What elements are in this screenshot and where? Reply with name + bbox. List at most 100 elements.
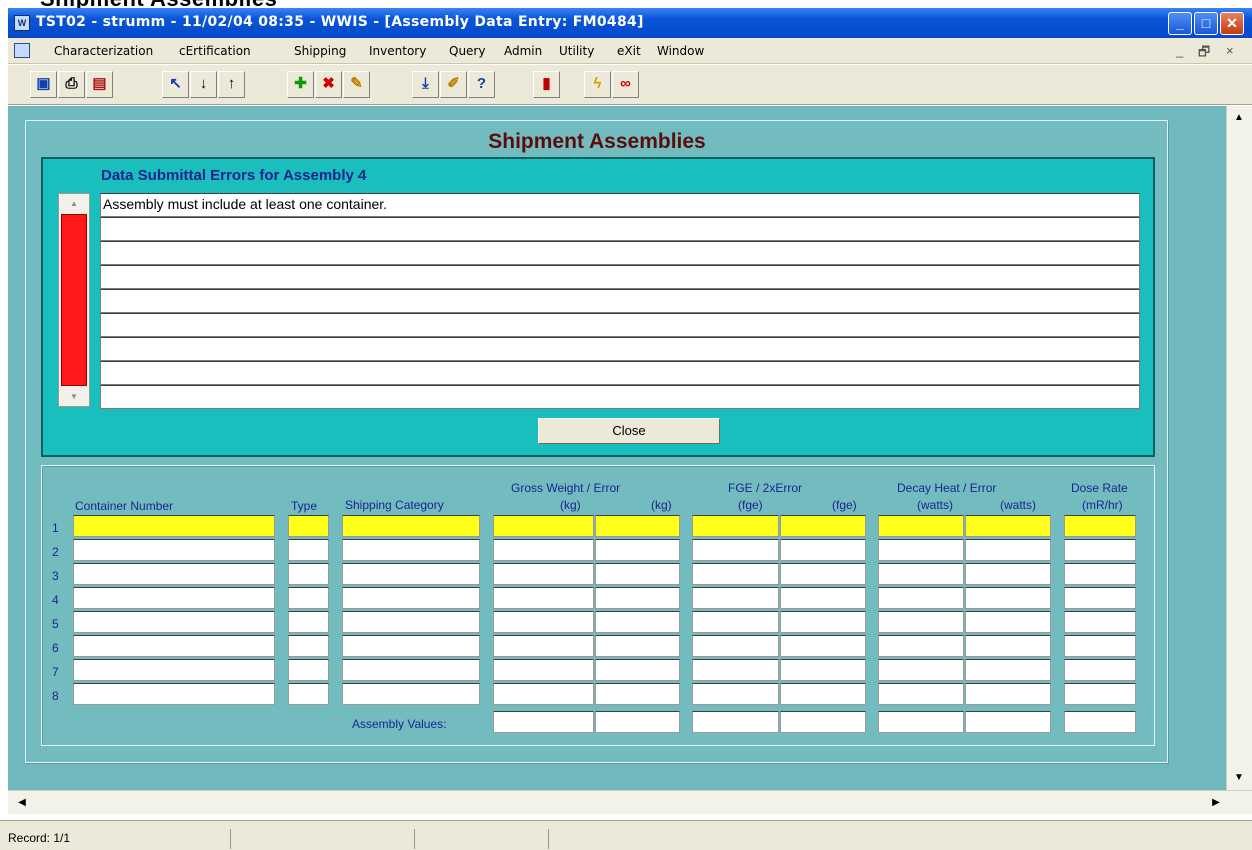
decay-heat-error-field[interactable]	[965, 563, 1051, 585]
assembly-fge-error-field[interactable]	[780, 711, 866, 733]
type-field[interactable]	[288, 515, 329, 537]
decay-heat-field[interactable]	[878, 587, 964, 609]
decay-heat-error-field[interactable]	[965, 587, 1051, 609]
shipping-category-field[interactable]	[342, 611, 480, 633]
decay-heat-error-field[interactable]	[965, 611, 1051, 633]
dose-rate-field[interactable]	[1064, 635, 1136, 657]
shipping-category-field[interactable]	[342, 515, 480, 537]
error-line[interactable]	[100, 241, 1140, 265]
mdi-restore-button[interactable]: 🗗	[1198, 43, 1210, 65]
clear-icon[interactable]: ✎	[343, 71, 370, 98]
error-list-scrollbar[interactable]: ▲ ▼	[58, 193, 90, 407]
type-field[interactable]	[288, 659, 329, 681]
decay-heat-field[interactable]	[878, 515, 964, 537]
container-number-field[interactable]	[73, 659, 275, 681]
menu-window[interactable]: Window	[657, 44, 704, 58]
gross-weight-field[interactable]	[493, 563, 594, 585]
minimize-button[interactable]: _	[1168, 12, 1192, 35]
assembly-gross-weight-field[interactable]	[493, 711, 594, 733]
error-line[interactable]	[100, 361, 1140, 385]
container-number-field[interactable]	[73, 683, 275, 705]
error-scroll-thumb[interactable]	[61, 214, 87, 386]
type-field[interactable]	[288, 539, 329, 561]
fge-field[interactable]	[692, 611, 779, 633]
error-line[interactable]	[100, 313, 1140, 337]
decay-heat-error-field[interactable]	[965, 683, 1051, 705]
fge-error-field[interactable]	[780, 659, 866, 681]
gross-weight-field[interactable]	[493, 515, 594, 537]
gross-weight-error-field[interactable]	[595, 587, 680, 609]
decay-heat-field[interactable]	[878, 635, 964, 657]
scroll-right-arrow-icon[interactable]: ▶	[1204, 793, 1228, 813]
fge-error-field[interactable]	[780, 683, 866, 705]
assembly-decay-heat-error-field[interactable]	[965, 711, 1051, 733]
gross-weight-error-field[interactable]	[595, 635, 680, 657]
glasses-icon[interactable]: ∞	[612, 71, 639, 98]
help-icon[interactable]: ?	[468, 71, 495, 98]
menu-shipping[interactable]: Shipping	[294, 44, 346, 58]
dose-rate-field[interactable]	[1064, 539, 1136, 561]
gross-weight-field[interactable]	[493, 587, 594, 609]
gross-weight-field[interactable]	[493, 611, 594, 633]
app-icon[interactable]: W	[14, 15, 30, 31]
fge-error-field[interactable]	[780, 515, 866, 537]
gross-weight-field[interactable]	[493, 539, 594, 561]
fge-error-field[interactable]	[780, 587, 866, 609]
enter-query-icon[interactable]: ↖	[162, 71, 189, 98]
type-field[interactable]	[288, 611, 329, 633]
decay-heat-error-field[interactable]	[965, 659, 1051, 681]
container-number-field[interactable]	[73, 611, 275, 633]
vertical-scrollbar[interactable]: ▲ ▼	[1226, 106, 1252, 790]
error-line[interactable]	[100, 217, 1140, 241]
close-window-button[interactable]: ✕	[1220, 12, 1244, 35]
close-errors-button[interactable]: Close	[538, 418, 720, 444]
save-icon[interactable]: ▣	[30, 71, 57, 98]
type-field[interactable]	[288, 635, 329, 657]
dose-rate-field[interactable]	[1064, 611, 1136, 633]
fge-field[interactable]	[692, 539, 779, 561]
fge-error-field[interactable]	[780, 539, 866, 561]
insert-record-icon[interactable]: ✚	[287, 71, 314, 98]
assembly-gross-weight-error-field[interactable]	[595, 711, 680, 733]
menu-query[interactable]: Query	[449, 44, 485, 58]
error-line[interactable]	[100, 265, 1140, 289]
dose-rate-field[interactable]	[1064, 587, 1136, 609]
shipping-category-field[interactable]	[342, 635, 480, 657]
shipping-category-field[interactable]	[342, 587, 480, 609]
container-number-field[interactable]	[73, 635, 275, 657]
fge-field[interactable]	[692, 683, 779, 705]
gross-weight-error-field[interactable]	[595, 539, 680, 561]
error-line[interactable]	[100, 289, 1140, 313]
gross-weight-error-field[interactable]	[595, 611, 680, 633]
type-field[interactable]	[288, 587, 329, 609]
shipping-category-field[interactable]	[342, 659, 480, 681]
type-field[interactable]	[288, 563, 329, 585]
document-icon[interactable]	[14, 43, 30, 58]
gross-weight-field[interactable]	[493, 683, 594, 705]
type-field[interactable]	[288, 683, 329, 705]
shipping-category-field[interactable]	[342, 539, 480, 561]
menu-utility[interactable]: Utility	[559, 44, 594, 58]
menu-characterization[interactable]: Characterization	[54, 44, 153, 58]
error-line[interactable]: Assembly must include at least one conta…	[100, 193, 1140, 217]
exit-door-icon[interactable]: ▮	[533, 71, 560, 98]
decay-heat-field[interactable]	[878, 659, 964, 681]
fge-field[interactable]	[692, 659, 779, 681]
error-scroll-up-icon[interactable]: ▲	[62, 194, 86, 214]
fge-error-field[interactable]	[780, 563, 866, 585]
decay-heat-field[interactable]	[878, 683, 964, 705]
shipping-category-field[interactable]	[342, 683, 480, 705]
gross-weight-field[interactable]	[493, 635, 594, 657]
print-icon[interactable]: ⎙	[58, 71, 85, 98]
print-preview-icon[interactable]: ▤	[86, 71, 113, 98]
scroll-up-arrow-icon[interactable]: ▲	[1227, 108, 1251, 128]
menu-inventory[interactable]: Inventory	[369, 44, 426, 58]
shipping-category-field[interactable]	[342, 563, 480, 585]
previous-record-icon[interactable]: ↑	[218, 71, 245, 98]
next-record-icon[interactable]: ↓	[190, 71, 217, 98]
assembly-decay-heat-field[interactable]	[878, 711, 964, 733]
fge-field[interactable]	[692, 563, 779, 585]
fge-error-field[interactable]	[780, 635, 866, 657]
maximize-button[interactable]: □	[1194, 12, 1218, 35]
mdi-minimize-button[interactable]: _	[1176, 43, 1183, 58]
